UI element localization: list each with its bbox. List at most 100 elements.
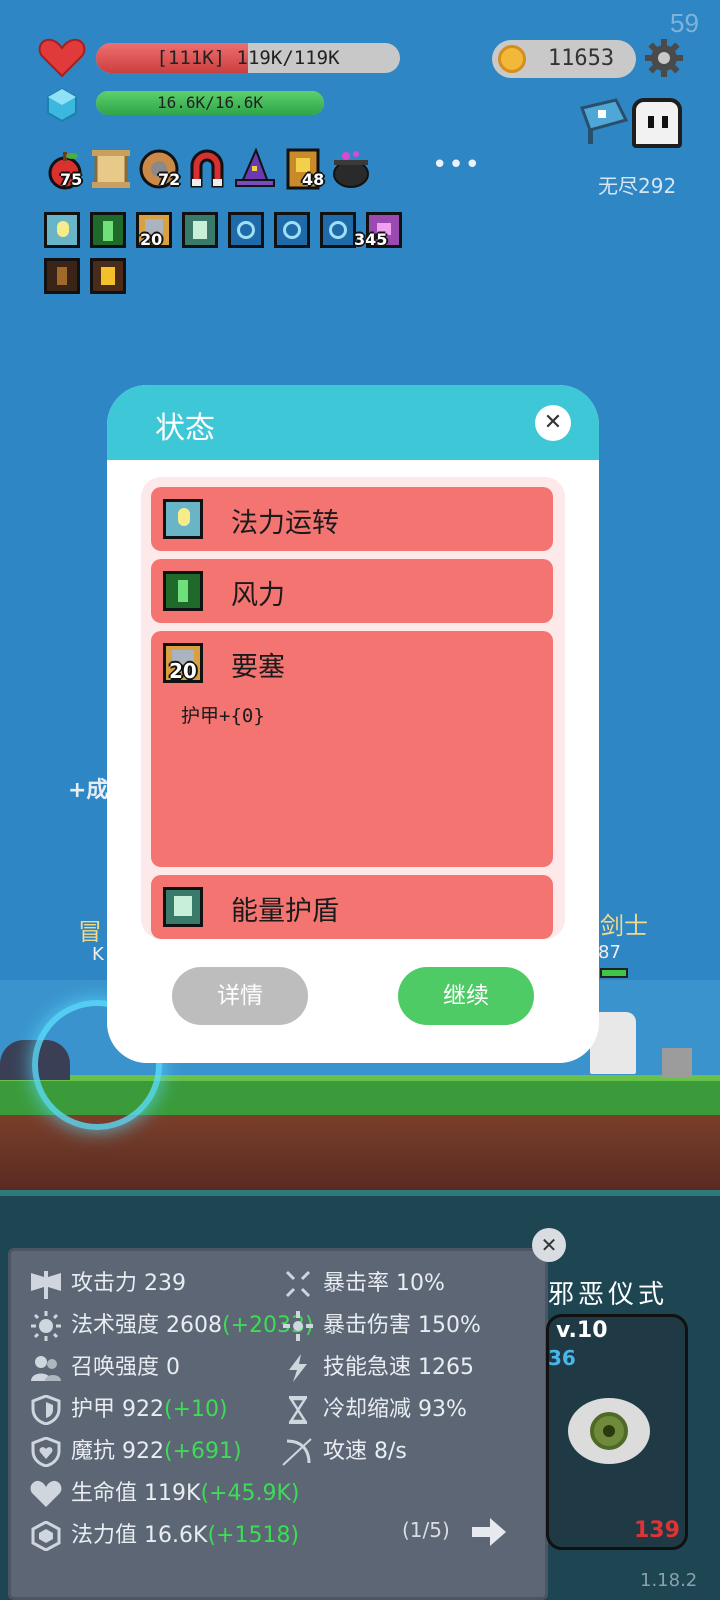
- status-list[interactable]: 法力运转 风力 20 要塞 护甲+{0} 能量护盾: [141, 477, 565, 939]
- continue-button[interactable]: 继续: [398, 967, 534, 1025]
- stat-label: 护甲: [71, 1397, 116, 1422]
- status-entry[interactable]: 能量护盾: [151, 875, 553, 939]
- energy-shield-buff-icon[interactable]: [182, 212, 218, 248]
- status-entry-name: 风力: [231, 580, 285, 611]
- stat-value: 93%: [418, 1397, 467, 1422]
- cauldron-icon[interactable]: [330, 148, 372, 190]
- status-dialog: 状态 ✕ 法力运转 风力 20 要塞 护甲+{0} 能量护盾 详情 继续: [107, 385, 599, 1063]
- side-card-title: 邪恶仪式: [548, 1280, 669, 1310]
- status-entry-name: 能量护盾: [231, 896, 339, 927]
- details-button[interactable]: 详情: [172, 967, 308, 1025]
- enemy-name-label: 剑士: [600, 912, 648, 940]
- mana-bar-text: 16.6K/16.6K: [157, 93, 263, 112]
- stats-page-indicator: (1/5): [402, 1518, 450, 1542]
- ghost-eye: [648, 116, 654, 128]
- stat-label: 攻击力: [71, 1271, 138, 1296]
- crit-damage-icon: [283, 1311, 313, 1341]
- more-items-button[interactable]: •••: [432, 150, 481, 180]
- stat-label: 暴击伤害: [323, 1313, 412, 1338]
- stat-label: 技能急速: [323, 1355, 412, 1380]
- magic-resist-icon: [31, 1437, 61, 1467]
- floating-text: +成: [68, 778, 109, 803]
- summon-icon: [31, 1356, 61, 1381]
- side-card-level: v.10: [556, 1318, 608, 1343]
- rune-buff-icon[interactable]: [274, 212, 310, 248]
- stat-label: 法力值: [71, 1523, 138, 1548]
- rune-buff-icon[interactable]: [320, 212, 356, 248]
- flame-yellow-buff-icon[interactable]: [90, 258, 126, 294]
- stat-value: 16.6K: [144, 1523, 208, 1548]
- endless-mode-label: 无尽292: [598, 174, 677, 198]
- mana-crystal-icon: [47, 88, 77, 122]
- stat-label: 冷却缩减: [323, 1397, 412, 1422]
- next-page-arrow-icon[interactable]: [470, 1516, 508, 1548]
- wizard-hat-icon[interactable]: [234, 148, 276, 190]
- stat-label: 魔抗: [71, 1439, 116, 1464]
- stat-bonus: (+691): [164, 1439, 242, 1464]
- stat-value: 10%: [396, 1271, 445, 1296]
- stat-value: 150%: [418, 1313, 481, 1338]
- stat-bonus: (+45.9K): [200, 1481, 300, 1506]
- stat-label: 攻速: [323, 1439, 368, 1464]
- ghost-menu-icon[interactable]: [632, 98, 682, 148]
- enemy-prop: [662, 1048, 692, 1078]
- heart-icon: [38, 38, 86, 78]
- dialog-close-button[interactable]: ✕: [535, 405, 571, 441]
- enemy-health-bar: [600, 968, 628, 978]
- gold-amount: 11653: [547, 46, 615, 71]
- dialog-title: 状态: [155, 411, 215, 446]
- fps-counter: 59: [670, 8, 699, 38]
- stat-bonus: (+1518): [207, 1523, 300, 1548]
- axe-icon: [31, 1271, 61, 1299]
- eyeball-iris: [590, 1412, 628, 1450]
- demon-buff-count: 345: [354, 230, 388, 249]
- mana-flow-icon: [163, 499, 203, 539]
- health-bar: [111K] 119K/119K: [96, 43, 400, 73]
- eyeball-pupil: [603, 1425, 615, 1437]
- status-entry-name: 要塞: [231, 652, 285, 683]
- wind-buff-icon[interactable]: [90, 212, 126, 248]
- status-entry[interactable]: 风力: [151, 559, 553, 623]
- stats-panel: 攻击力 239 法术强度 2608(+2033) 召唤强度 0 护甲 922(+…: [8, 1248, 548, 1600]
- map-flag-icon[interactable]: [576, 98, 630, 146]
- status-entry[interactable]: 20 要塞 护甲+{0}: [151, 631, 553, 867]
- status-entry[interactable]: 法力运转: [151, 487, 553, 551]
- stats-close-button[interactable]: ✕: [532, 1228, 566, 1262]
- energy-shield-icon: [163, 887, 203, 927]
- armor-shield-icon: [31, 1395, 61, 1425]
- magnet-icon[interactable]: [186, 148, 228, 190]
- scroll-icon[interactable]: [90, 148, 132, 190]
- stat-label: 召唤强度: [71, 1355, 160, 1380]
- buff-grid: 20 345: [44, 212, 404, 302]
- hourglass-icon: [288, 1396, 308, 1424]
- stat-value: 922: [122, 1439, 165, 1464]
- heart-icon: [30, 1480, 62, 1507]
- stat-label: 生命值: [71, 1481, 138, 1506]
- stat-value: 119K: [144, 1481, 201, 1506]
- side-card-number: 36: [548, 1346, 576, 1370]
- mana-gem-icon: [31, 1521, 61, 1551]
- mana-flow-buff-icon[interactable]: [44, 212, 80, 248]
- stat-label: 法术强度: [71, 1313, 160, 1338]
- dialog-header: 状态 ✕: [107, 385, 599, 460]
- health-bar-text: [111K] 119K/119K: [156, 47, 340, 69]
- stat-bonus: (+10): [164, 1397, 228, 1422]
- version-label: 1.18.2: [640, 1570, 698, 1591]
- lightning-icon: [289, 1354, 307, 1382]
- hero-name-label: 冒: [78, 918, 102, 946]
- wind-icon: [163, 571, 203, 611]
- ghost-eye: [662, 116, 668, 128]
- flame-brown-buff-icon[interactable]: [44, 258, 80, 294]
- mana-bar: 16.6K/16.6K: [96, 91, 324, 115]
- status-entry-name: 法力运转: [231, 508, 339, 539]
- settings-gear-icon[interactable]: [644, 38, 684, 78]
- stat-value: 239: [144, 1271, 187, 1296]
- bow-icon: [282, 1438, 312, 1466]
- sun-icon: [31, 1311, 61, 1341]
- enemy-sub-label: 87: [598, 942, 621, 963]
- crit-rate-icon: [285, 1270, 311, 1298]
- stat-value: 8/s: [374, 1439, 407, 1464]
- rune-buff-icon[interactable]: [228, 212, 264, 248]
- coin-icon: [498, 45, 526, 73]
- stat-value: 2608: [166, 1313, 223, 1338]
